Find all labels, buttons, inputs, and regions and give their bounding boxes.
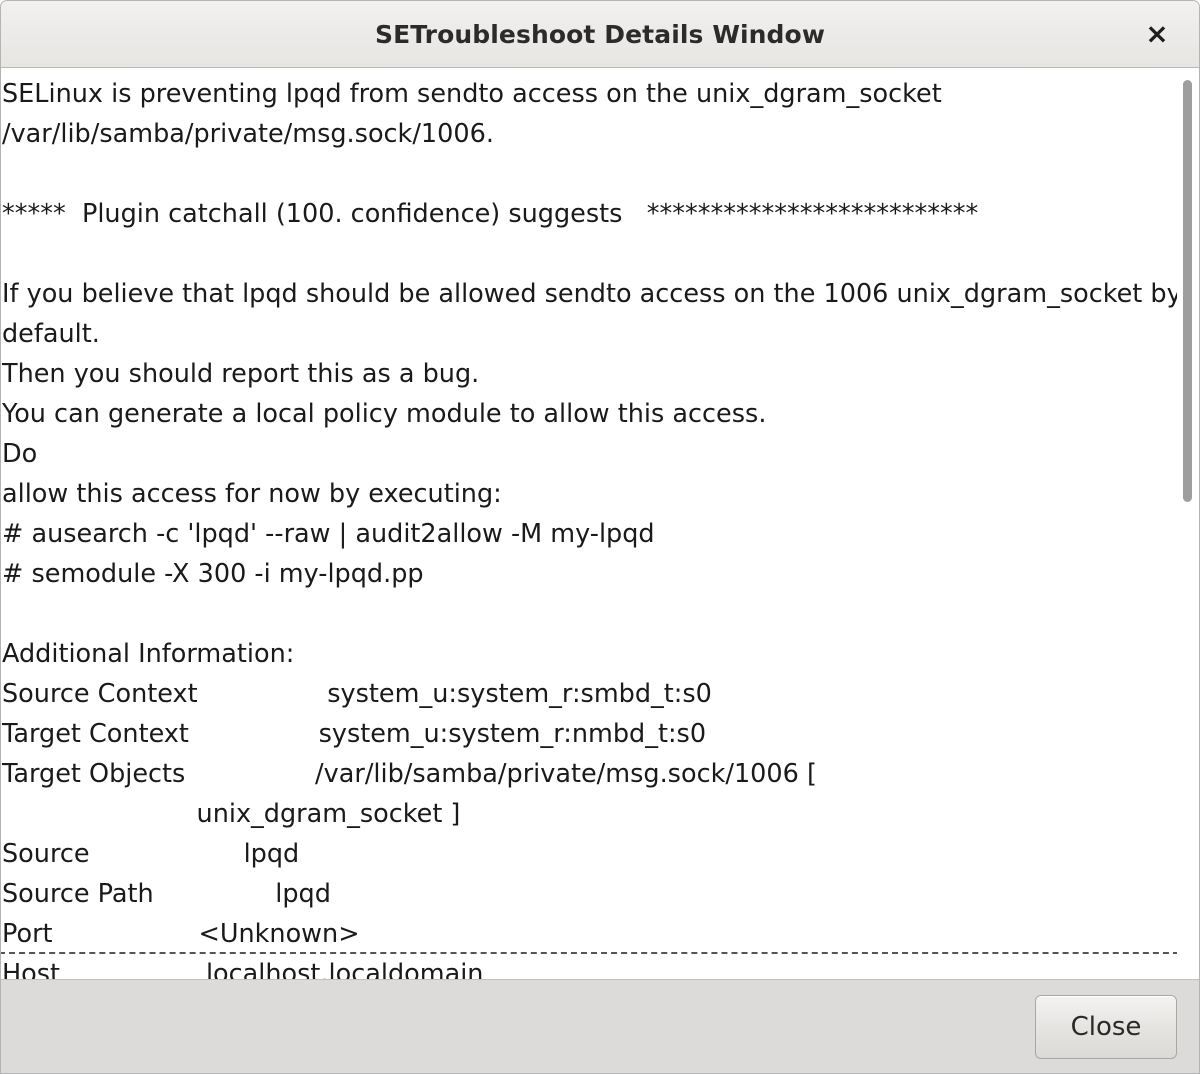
suggestion-do: Do — [2, 439, 38, 469]
suggestion-module: You can generate a local policy module t… — [2, 399, 767, 429]
close-x-icon[interactable]: × — [1137, 14, 1177, 54]
row-port: Port <Unknown> — [2, 919, 360, 949]
window-titlebar: SETroubleshoot Details Window × — [1, 1, 1199, 68]
row-target-objects: Target Objects /var/lib/samba/private/ms… — [2, 759, 817, 789]
vertical-scrollbar[interactable] — [1177, 68, 1199, 979]
suggestion-belief: If you believe that lpqd should be allow… — [2, 279, 1182, 349]
setroubleshoot-details-window: SETroubleshoot Details Window × SELinux … — [0, 0, 1200, 1074]
vertical-scrollbar-thumb[interactable] — [1183, 80, 1192, 502]
row-source: Source lpqd — [2, 839, 300, 869]
alert-summary: SELinux is preventing lpqd from sendto a… — [2, 79, 950, 149]
command-semodule: # semodule -X 300 -i my-lpqd.pp — [2, 559, 424, 589]
close-button[interactable]: Close — [1035, 994, 1177, 1059]
dialog-footer: Close — [1, 979, 1199, 1073]
details-textview-wrapper: SELinux is preventing lpqd from sendto a… — [1, 68, 1199, 979]
row-host: Host localhost.localdomain — [1, 952, 1189, 979]
row-target-objects-cont: unix_dgram_socket ] — [2, 799, 461, 829]
plugin-header: ***** Plugin catchall (100. confidence) … — [2, 199, 979, 229]
window-title: SETroubleshoot Details Window — [374, 19, 826, 49]
suggestion-allow: allow this access for now by executing: — [2, 479, 502, 509]
suggestion-bug: Then you should report this as a bug. — [2, 359, 480, 389]
command-ausearch: # ausearch -c 'lpqd' --raw | audit2allow… — [2, 519, 655, 549]
additional-info-heading: Additional Information: — [2, 639, 295, 669]
details-textview[interactable]: SELinux is preventing lpqd from sendto a… — [1, 68, 1199, 979]
row-target-context: Target Context system_u:system_r:nmbd_t:… — [2, 719, 707, 749]
row-source-path: Source Path lpqd — [2, 879, 331, 909]
row-source-context: Source Context system_u:system_r:smbd_t:… — [2, 679, 712, 709]
